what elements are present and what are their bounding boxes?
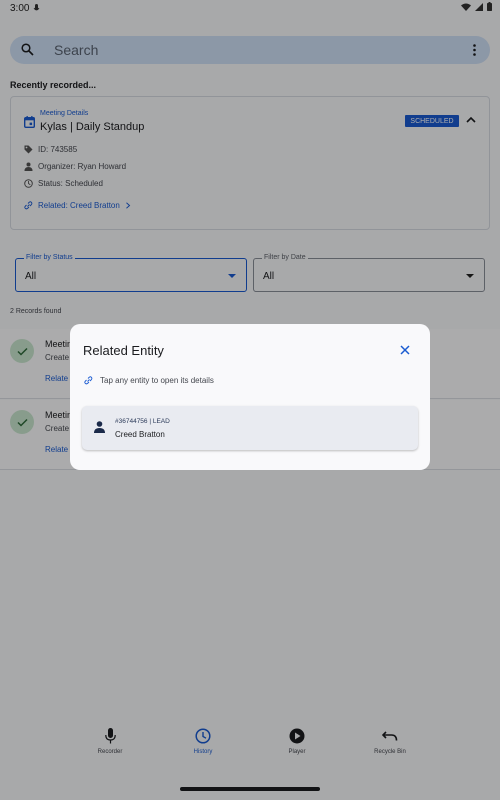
link-icon — [84, 376, 93, 385]
dialog-hint-text: Tap any entity to open its details — [100, 376, 214, 385]
related-entity-item[interactable]: #36744756 | LEAD Creed Bratton — [82, 406, 418, 450]
entity-name: Creed Bratton — [115, 430, 165, 439]
person-icon — [94, 421, 105, 433]
dialog-title: Related Entity — [83, 343, 164, 358]
close-icon[interactable] — [398, 343, 412, 357]
related-entity-dialog: Related Entity Tap any entity to open it… — [70, 324, 430, 470]
entity-meta: #36744756 | LEAD — [115, 418, 170, 425]
dialog-hint: Tap any entity to open its details — [84, 376, 214, 385]
